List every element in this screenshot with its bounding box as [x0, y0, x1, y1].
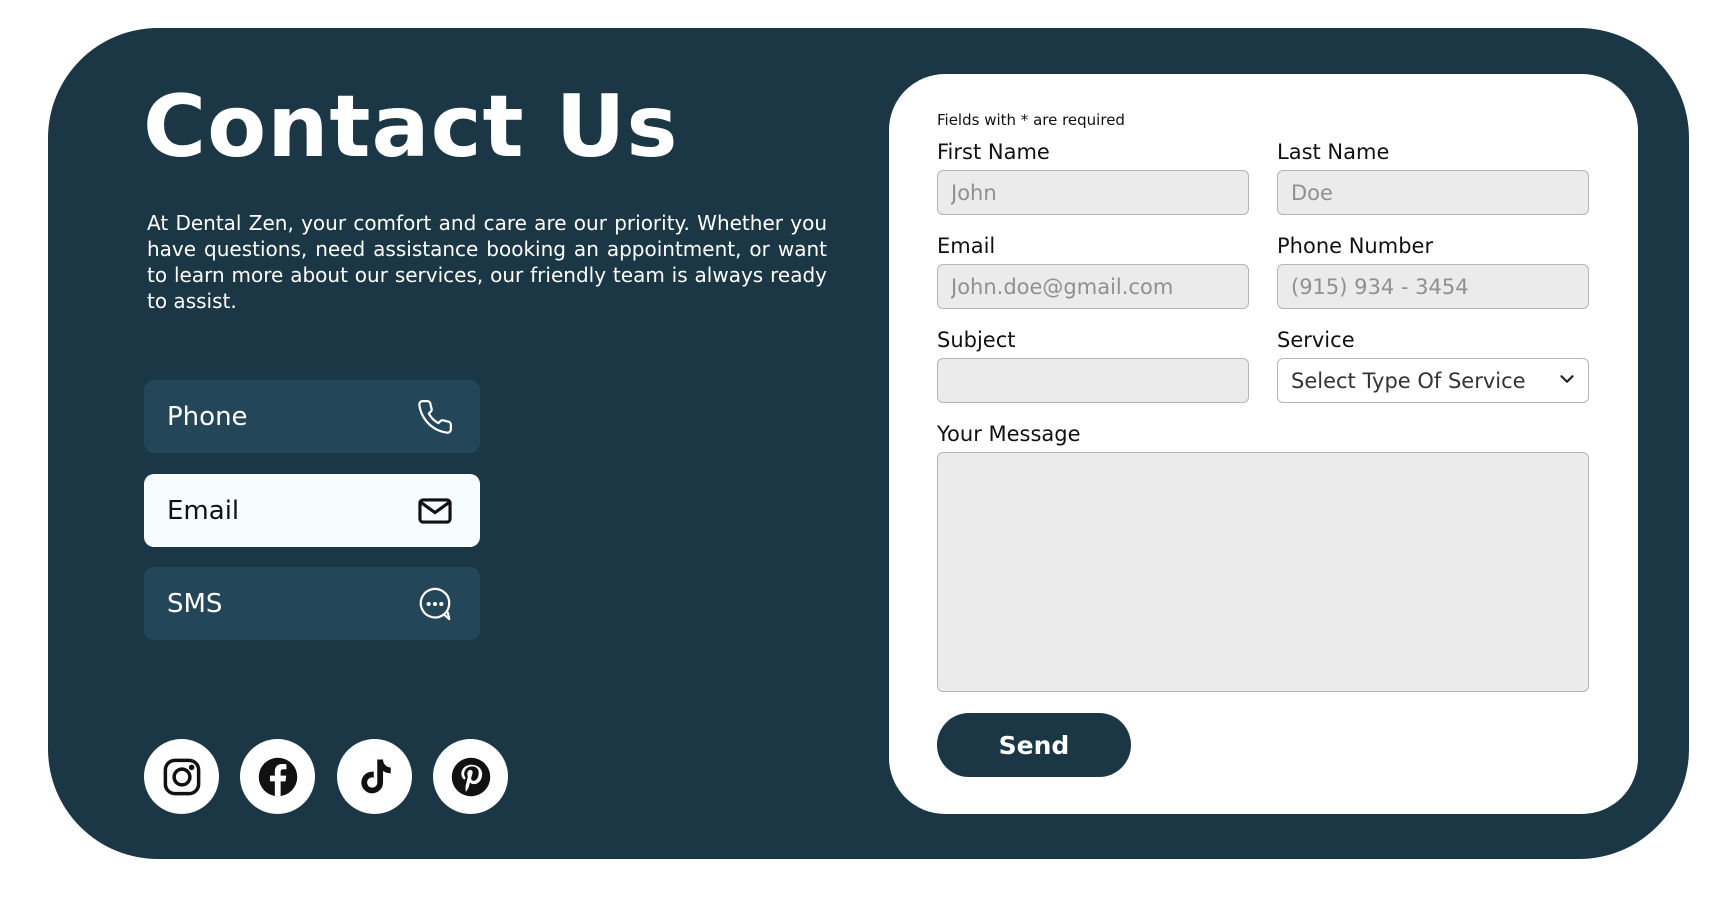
last-name-label: Last Name — [1277, 140, 1390, 164]
service-select[interactable]: Select Type Of Service — [1277, 358, 1589, 403]
email-label: Email — [937, 234, 996, 258]
service-label: Service — [1277, 328, 1355, 352]
facebook-link[interactable] — [240, 739, 315, 814]
facebook-icon — [257, 756, 299, 798]
phone-number-label: Phone Number — [1277, 234, 1434, 258]
subject-label: Subject — [937, 328, 1016, 352]
contact-method-label: Email — [167, 495, 240, 526]
page-description: At Dental Zen, your comfort and care are… — [147, 211, 827, 313]
first-name-label: First Name — [937, 140, 1050, 164]
instagram-icon — [161, 756, 203, 798]
last-name-input[interactable] — [1277, 170, 1589, 215]
page-title: Contact Us — [143, 77, 679, 177]
tiktok-link[interactable] — [337, 739, 412, 814]
chevron-down-icon — [1556, 368, 1578, 394]
contact-form: Fields with * are required First Name La… — [889, 74, 1638, 814]
tiktok-icon — [354, 756, 396, 798]
message-label: Your Message — [937, 422, 1081, 446]
instagram-link[interactable] — [144, 739, 219, 814]
service-select-value: Select Type Of Service — [1291, 368, 1526, 393]
email-input[interactable] — [937, 264, 1249, 309]
message-textarea[interactable] — [937, 452, 1589, 692]
pinterest-link[interactable] — [433, 739, 508, 814]
mail-icon — [416, 492, 454, 530]
contact-method-email[interactable]: Email — [144, 474, 480, 547]
subject-input[interactable] — [937, 358, 1249, 403]
send-button[interactable]: Send — [937, 713, 1131, 777]
contact-method-label: Phone — [167, 401, 248, 432]
phone-number-input[interactable] — [1277, 264, 1589, 309]
contact-method-sms[interactable]: SMS — [144, 567, 480, 640]
first-name-input[interactable] — [937, 170, 1249, 215]
chat-bubble-icon — [416, 585, 454, 623]
contact-method-phone[interactable]: Phone — [144, 380, 480, 453]
required-note: Fields with * are required — [937, 111, 1125, 129]
phone-icon — [416, 398, 454, 436]
contact-method-label: SMS — [167, 588, 223, 619]
pinterest-icon — [450, 756, 492, 798]
